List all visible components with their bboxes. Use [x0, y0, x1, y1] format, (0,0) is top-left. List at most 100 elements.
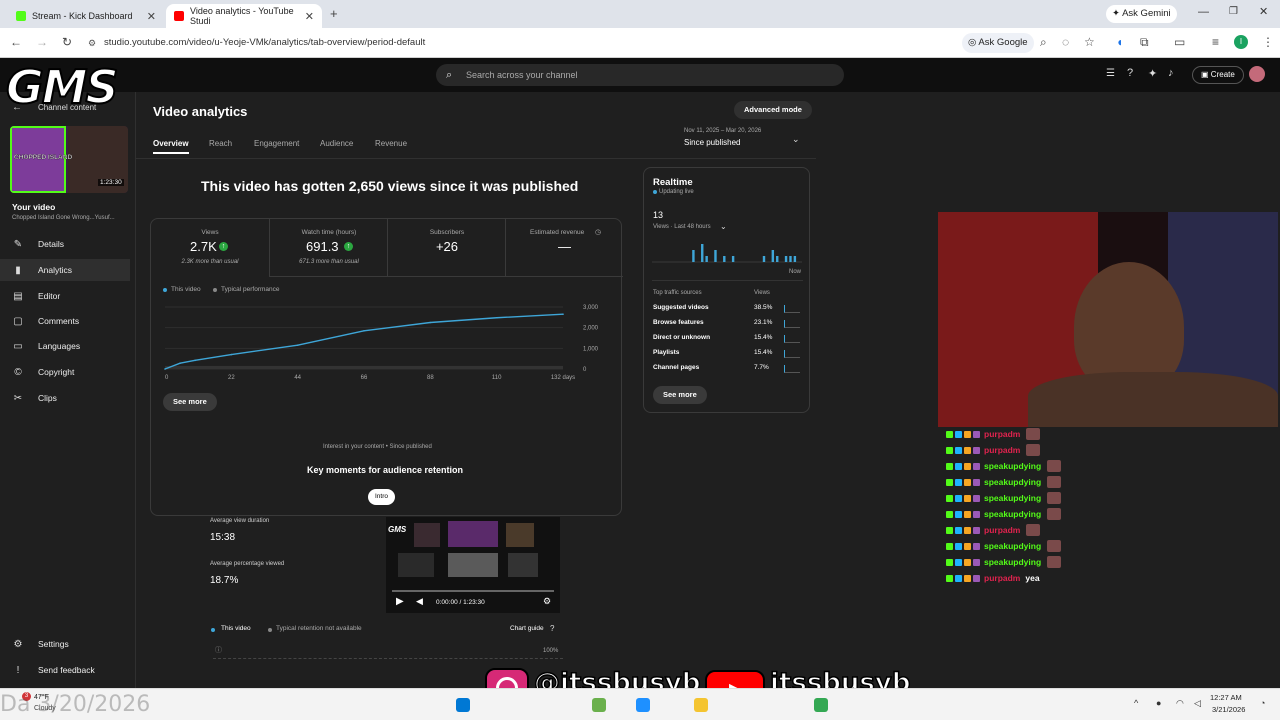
sidebar-item-clips[interactable]: ✂ Clips	[0, 387, 130, 409]
advanced-mode-button[interactable]: Advanced mode	[734, 101, 812, 119]
bookmark-star-icon[interactable]: ☆	[1084, 35, 1095, 49]
close-tab-icon[interactable]: ✕	[147, 10, 156, 23]
channel-avatar[interactable]	[1249, 66, 1265, 82]
back-arrow-icon[interactable]: ←	[10, 35, 22, 49]
tab-video-analytics[interactable]: Video analytics - YouTube Studi ✕	[166, 4, 322, 28]
close-tab-icon[interactable]: ✕	[305, 10, 314, 23]
sidebar-item-send-feedback[interactable]: ! Send feedback	[0, 659, 130, 681]
notifications-bell-icon[interactable]: ♪	[1168, 67, 1174, 79]
notifications-icon[interactable]: ◔	[1260, 698, 1265, 708]
realtime-bar	[793, 256, 797, 262]
chat-badge-icon	[973, 558, 980, 566]
sidebar-item-comments[interactable]: ▢ Comments	[0, 310, 130, 332]
video-thumbnail[interactable]: CHOPPED ISLAND 1:23:30	[10, 126, 128, 193]
zoom-icon[interactable]: ⌕	[1040, 35, 1047, 50]
help-circle-icon[interactable]: ?	[550, 624, 554, 633]
chevron-up-icon[interactable]: ^	[1134, 698, 1138, 708]
microphone-icon[interactable]: ●	[1156, 698, 1161, 708]
clock-date[interactable]: 3/21/2026	[1212, 705, 1245, 714]
chat-emote-icon	[1026, 444, 1041, 456]
realtime-bar-chart[interactable]	[652, 238, 802, 264]
chat-badge-icon	[964, 430, 971, 438]
sparkle-icon[interactable]: ✦	[1148, 67, 1157, 80]
create-button[interactable]: ▣ Create	[1192, 66, 1244, 84]
chart-guide-link[interactable]: Chart guide	[510, 625, 544, 632]
extension-icon[interactable]: ◖	[1116, 35, 1123, 49]
realtime-see-more-button[interactable]: See more	[653, 386, 707, 404]
speaker-icon[interactable]: ◁	[1194, 698, 1201, 709]
sidebar-item-details[interactable]: ✎ Details	[0, 233, 130, 255]
ask-google-label: Ask Google	[978, 37, 1028, 48]
clock-time[interactable]: 12:27 AM	[1210, 693, 1242, 702]
sidebar-item-settings[interactable]: ⚙ Settings	[0, 633, 130, 655]
see-more-button[interactable]: See more	[163, 393, 217, 411]
media-controls-icon[interactable]: ≡	[1212, 35, 1219, 49]
metric-estimated-revenue[interactable]: Estimated revenue ◷ —	[505, 219, 622, 276]
split-view-icon[interactable]: ▭	[1174, 35, 1185, 49]
avg-view-duration-label: Average view duration	[210, 518, 270, 524]
url-field[interactable]: ⚙ studio.youtube.com/video/u-Yeoje-VMk/a…	[88, 33, 958, 53]
site-info-icon[interactable]: ⚙	[88, 33, 96, 53]
tab-audience[interactable]: Audience	[320, 139, 353, 148]
profile-avatar[interactable]: I	[1234, 35, 1248, 49]
maximize-window-icon[interactable]: ❐	[1229, 6, 1238, 17]
volume-icon[interactable]: ◀	[416, 596, 423, 607]
play-icon[interactable]: ▶	[396, 596, 404, 607]
chat-badge-icon	[955, 510, 962, 518]
period-selector[interactable]: Nov 11, 2025 – Mar 20, 2026 Since publis…	[684, 128, 808, 152]
messages-icon[interactable]: ☰	[1106, 68, 1115, 79]
taskbar-app-icon[interactable]	[592, 698, 606, 712]
windows-start-icon[interactable]	[456, 698, 470, 712]
close-window-icon[interactable]: ✕	[1259, 5, 1268, 18]
taskbar-app-icon[interactable]	[636, 698, 650, 712]
file-explorer-icon[interactable]	[694, 698, 708, 712]
webcam-overlay	[938, 212, 1278, 427]
wifi-icon[interactable]: ◠	[1176, 698, 1184, 709]
channel-search-input[interactable]: ⌕ Search across your channel	[436, 64, 844, 86]
sidebar-item-copyright[interactable]: © Copyright	[0, 361, 130, 383]
video-player[interactable]: GMS ▶ ◀ 0:00:00 / 1:23:30 ⚙	[386, 517, 560, 613]
ask-google-button[interactable]: ◎ Ask Google	[962, 33, 1034, 53]
chat-message: purpadm	[946, 522, 1146, 538]
views-line-chart[interactable]: 0 1,000 2,000 3,000 0 22 44 66 88 110 132 days	[151, 295, 621, 385]
realtime-bar	[723, 256, 726, 262]
info-icon[interactable]: ⓘ	[215, 645, 222, 655]
tab-reach[interactable]: Reach	[209, 139, 232, 148]
forward-arrow-icon[interactable]: →	[36, 35, 48, 49]
traffic-source-row[interactable]: Playlists 15.4%	[653, 349, 803, 361]
player-settings-icon[interactable]: ⚙	[543, 596, 551, 607]
help-icon[interactable]: ?	[1127, 67, 1133, 79]
sidebar-item-languages[interactable]: ▭ Languages	[0, 335, 130, 357]
traffic-source-row[interactable]: Browse features 23.1%	[653, 319, 803, 331]
chat-badge-icon	[955, 574, 962, 582]
tab-revenue[interactable]: Revenue	[375, 139, 407, 148]
minimize-window-icon[interactable]: —	[1198, 6, 1209, 18]
tab-overview[interactable]: Overview	[153, 139, 189, 154]
reload-icon[interactable]: ↻	[62, 35, 72, 49]
traffic-source-row[interactable]: Suggested videos 38.5%	[653, 304, 803, 316]
browser-menu-icon[interactable]: ⋮	[1262, 35, 1274, 49]
realtime-bar	[705, 256, 708, 262]
tab-kick-dashboard[interactable]: Stream - Kick Dashboard ✕	[8, 4, 164, 28]
player-progress-bar[interactable]	[392, 590, 554, 592]
new-tab-button[interactable]: +	[330, 6, 338, 21]
chat-emote-icon	[1026, 524, 1041, 536]
chrome-icon[interactable]	[814, 698, 828, 712]
eye-off-icon[interactable]: ◌	[1062, 35, 1069, 49]
metric-note: 671.3 more than usual	[299, 259, 359, 265]
ask-gemini-button[interactable]: ✦ Ask Gemini	[1106, 5, 1177, 23]
extensions-puzzle-icon[interactable]: ⧉	[1140, 35, 1149, 50]
metric-subscribers[interactable]: Subscribers +26	[387, 219, 505, 276]
traffic-source-row[interactable]: Direct or unknown 15.4%	[653, 334, 803, 346]
metric-watch-time[interactable]: Watch time (hours) 691.3 ↑ 671.3 more th…	[269, 219, 387, 276]
player-gms-logo: GMS	[388, 525, 407, 534]
metric-views[interactable]: Views 2.7K ↑ 2.3K more than usual	[151, 219, 269, 276]
sidebar-item-analytics[interactable]: ▮ Analytics	[0, 259, 130, 281]
traffic-source-row[interactable]: Channel pages 7.7%	[653, 364, 803, 376]
realtime-views-label[interactable]: Views · Last 48 hours	[653, 224, 711, 230]
search-icon: ⌕	[446, 69, 453, 81]
tab-engagement[interactable]: Engagement	[254, 139, 299, 148]
intro-chip[interactable]: Intro	[368, 489, 396, 505]
period-label: Since published	[684, 138, 741, 147]
sidebar-item-editor[interactable]: ▤ Editor	[0, 285, 130, 307]
